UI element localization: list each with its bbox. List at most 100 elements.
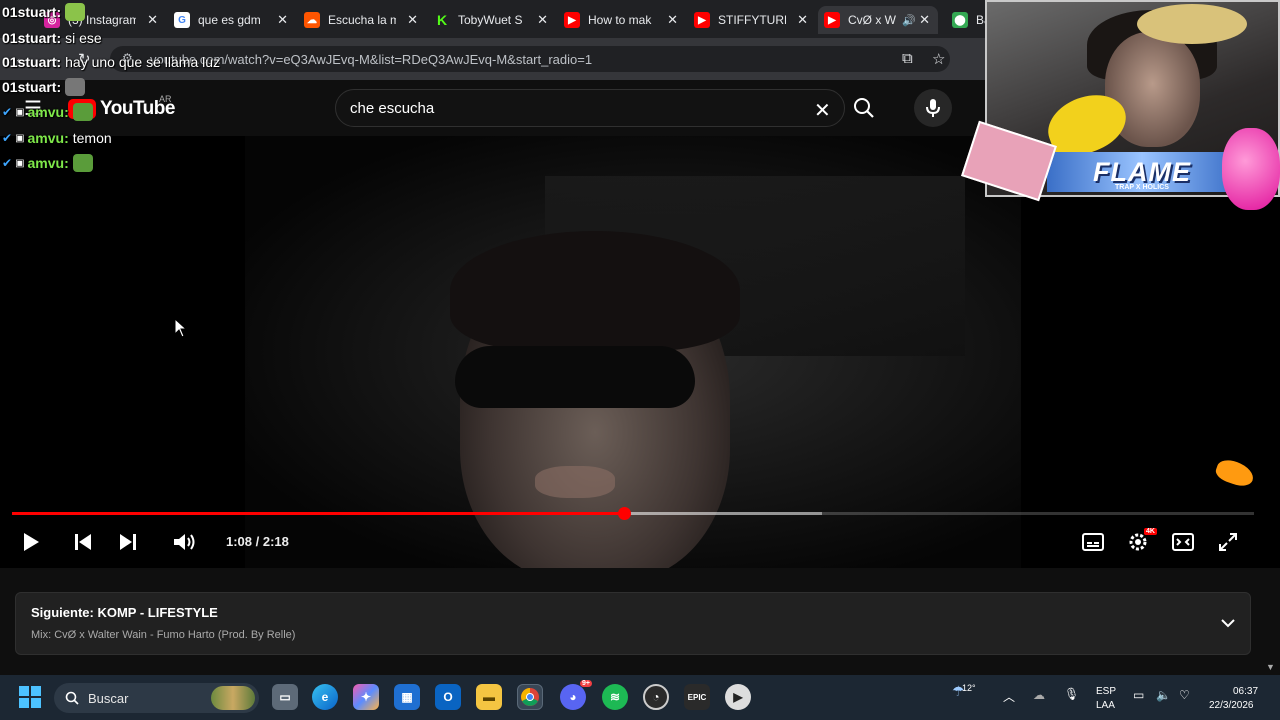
chevron-down-icon[interactable] <box>1220 615 1236 631</box>
search-icon[interactable] <box>852 96 876 125</box>
bookmark-star-icon[interactable]: ☆ <box>932 50 945 68</box>
close-tab-icon[interactable]: ✕ <box>537 12 548 28</box>
google-icon: G <box>174 12 190 28</box>
youtube-icon: ▶ <box>564 12 580 28</box>
microphone-tray-icon[interactable]: 🎙 <box>1064 687 1079 701</box>
speaker-icon[interactable]: 🔈 <box>1156 688 1171 702</box>
close-tab-icon[interactable]: ✕ <box>919 12 930 28</box>
taskbar-search-placeholder: Buscar <box>88 690 129 706</box>
up-next-panel[interactable]: Siguiente: KOMP - LIFESTYLE Mix: CvØ x W… <box>15 592 1251 655</box>
sword-badge-icon: ✔ <box>2 105 13 119</box>
language-code: ESP <box>1096 686 1117 697</box>
tab-label: CvØ x W <box>848 13 896 27</box>
play-button[interactable] <box>15 530 47 554</box>
time-display: 1:08 / 2:18 <box>226 534 289 549</box>
theater-mode-button[interactable] <box>1167 530 1199 554</box>
tab-youtube-active[interactable]: ▶ CvØ x W 🔊 ✕ <box>818 6 938 34</box>
theater-icon <box>1172 533 1194 551</box>
tray-chevron-up-icon[interactable]: ︿ <box>1003 688 1015 705</box>
search-icon <box>65 691 79 705</box>
tab-soundcloud[interactable]: ☁ Escucha la m ✕ <box>304 6 418 34</box>
taskbar-search-box[interactable]: Buscar <box>54 683 259 713</box>
close-tab-icon[interactable]: ✕ <box>147 12 158 28</box>
next-icon <box>120 534 136 550</box>
spotify-icon[interactable]: ≋ <box>602 684 628 710</box>
person-mouth <box>535 466 615 498</box>
install-app-icon[interactable]: ⧉ <box>902 50 913 67</box>
quality-badge: 4K <box>1144 528 1157 535</box>
sunglasses <box>455 346 695 408</box>
windows-taskbar: Buscar ▭ e ✦ ▦ O ▬ ◕ 9+ ≋ ◔ EPIC ▶ ☂ 12° … <box>0 675 1280 720</box>
volume-icon <box>174 534 195 550</box>
chat-text: temon <box>72 130 112 146</box>
speaker-icon[interactable]: 🔊 <box>902 14 916 27</box>
user-badge-icon: ▣ <box>15 157 25 169</box>
settings-button[interactable]: 4K <box>1122 528 1157 554</box>
outlook-icon[interactable]: O <box>435 684 461 710</box>
tab-label: Escucha la m <box>328 13 396 27</box>
tab-label: STIFFYTURR <box>718 13 786 27</box>
media-player-icon[interactable]: ▶ <box>725 684 751 710</box>
next-button[interactable] <box>112 530 144 554</box>
close-tab-icon[interactable]: ✕ <box>667 12 678 28</box>
copilot-icon[interactable]: ✦ <box>353 684 379 710</box>
play-icon <box>24 533 39 551</box>
tab-google[interactable]: G que es gdm ✕ <box>174 6 288 34</box>
discord-icon[interactable]: ◕ 9+ <box>560 680 592 710</box>
chat-username: 01stuart: <box>2 30 62 46</box>
previous-button[interactable] <box>67 530 99 554</box>
search-highlight-icon <box>211 686 255 710</box>
video-frame[interactable] <box>245 136 1021 568</box>
close-tab-icon[interactable]: ✕ <box>407 12 418 28</box>
close-tab-icon[interactable]: ✕ <box>277 12 288 28</box>
user-badge-icon: ▣ <box>15 106 25 118</box>
up-next-label: Siguiente: <box>31 605 94 620</box>
previous-icon <box>75 534 91 550</box>
edge-icon[interactable]: e <box>312 684 338 710</box>
clock-time: 06:37 <box>1233 686 1259 697</box>
microphone-icon <box>926 99 940 117</box>
epic-games-icon[interactable]: EPIC <box>684 684 710 710</box>
chat-username: 01stuart: <box>2 4 62 20</box>
voice-search-button[interactable] <box>914 89 952 127</box>
sword-badge-icon: ✔ <box>2 131 13 145</box>
network-icon[interactable]: ▭ <box>1133 688 1144 702</box>
clock-date: 22/3/2026 <box>1209 700 1254 711</box>
start-button[interactable] <box>19 686 41 713</box>
video-player[interactable]: 1:08 / 2:18 4K <box>0 136 1280 568</box>
cloud-off-icon[interactable]: ☁ <box>1033 688 1045 702</box>
tab-youtube-2[interactable]: ▶ STIFFYTURR ✕ <box>694 6 808 34</box>
scroll-down-arrow-icon[interactable]: ▼ <box>1266 662 1275 672</box>
progress-bar[interactable] <box>12 507 1254 520</box>
clear-search-icon[interactable]: ✕ <box>814 98 831 123</box>
played-bar <box>12 512 625 515</box>
obs-icon[interactable]: ◔ <box>643 684 669 710</box>
chat-message: 01stuart: <box>2 3 86 21</box>
tab-label: How to mak <box>588 13 652 27</box>
notification-bell-icon[interactable]: ♡ <box>1179 688 1190 702</box>
chat-text: si ese <box>65 30 102 46</box>
close-tab-icon[interactable]: ✕ <box>797 12 808 28</box>
chat-message: 01stuart: si ese <box>2 30 102 46</box>
fullscreen-button[interactable] <box>1212 530 1244 554</box>
up-next-title: Siguiente: KOMP - LIFESTYLE <box>31 605 218 620</box>
file-explorer-icon[interactable]: ▬ <box>476 684 502 710</box>
search-input[interactable]: che escucha ✕ <box>335 89 845 127</box>
discord-notification-badge: 9+ <box>580 680 592 687</box>
store-icon[interactable]: ▦ <box>394 684 420 710</box>
task-view-icon[interactable]: ▭ <box>272 684 298 710</box>
chat-text: hay uno que se llama luz <box>65 54 221 70</box>
webcam-hat <box>1137 4 1247 44</box>
fullscreen-icon <box>1219 533 1237 551</box>
chat-username: 01stuart: <box>2 54 62 70</box>
tab-youtube-1[interactable]: ▶ How to mak ✕ <box>564 6 678 34</box>
chat-message: ✔ ▣ amvu: temon <box>2 130 112 146</box>
subtitles-icon <box>1082 533 1104 551</box>
chrome-icon[interactable] <box>517 684 543 710</box>
volume-button[interactable] <box>169 530 201 554</box>
subtitles-button[interactable] <box>1077 530 1109 554</box>
address-bar[interactable]: ⚙ youtube.com/watch?v=eQ3AwJEvq-M&list=R… <box>110 46 950 72</box>
tab-kick[interactable]: K TobyWuet S ✕ <box>434 6 548 34</box>
screen: ◎ (3) Instagram ✕ G que es gdm ✕ ☁ Escuc… <box>0 0 1280 720</box>
kick-icon: K <box>434 12 450 28</box>
